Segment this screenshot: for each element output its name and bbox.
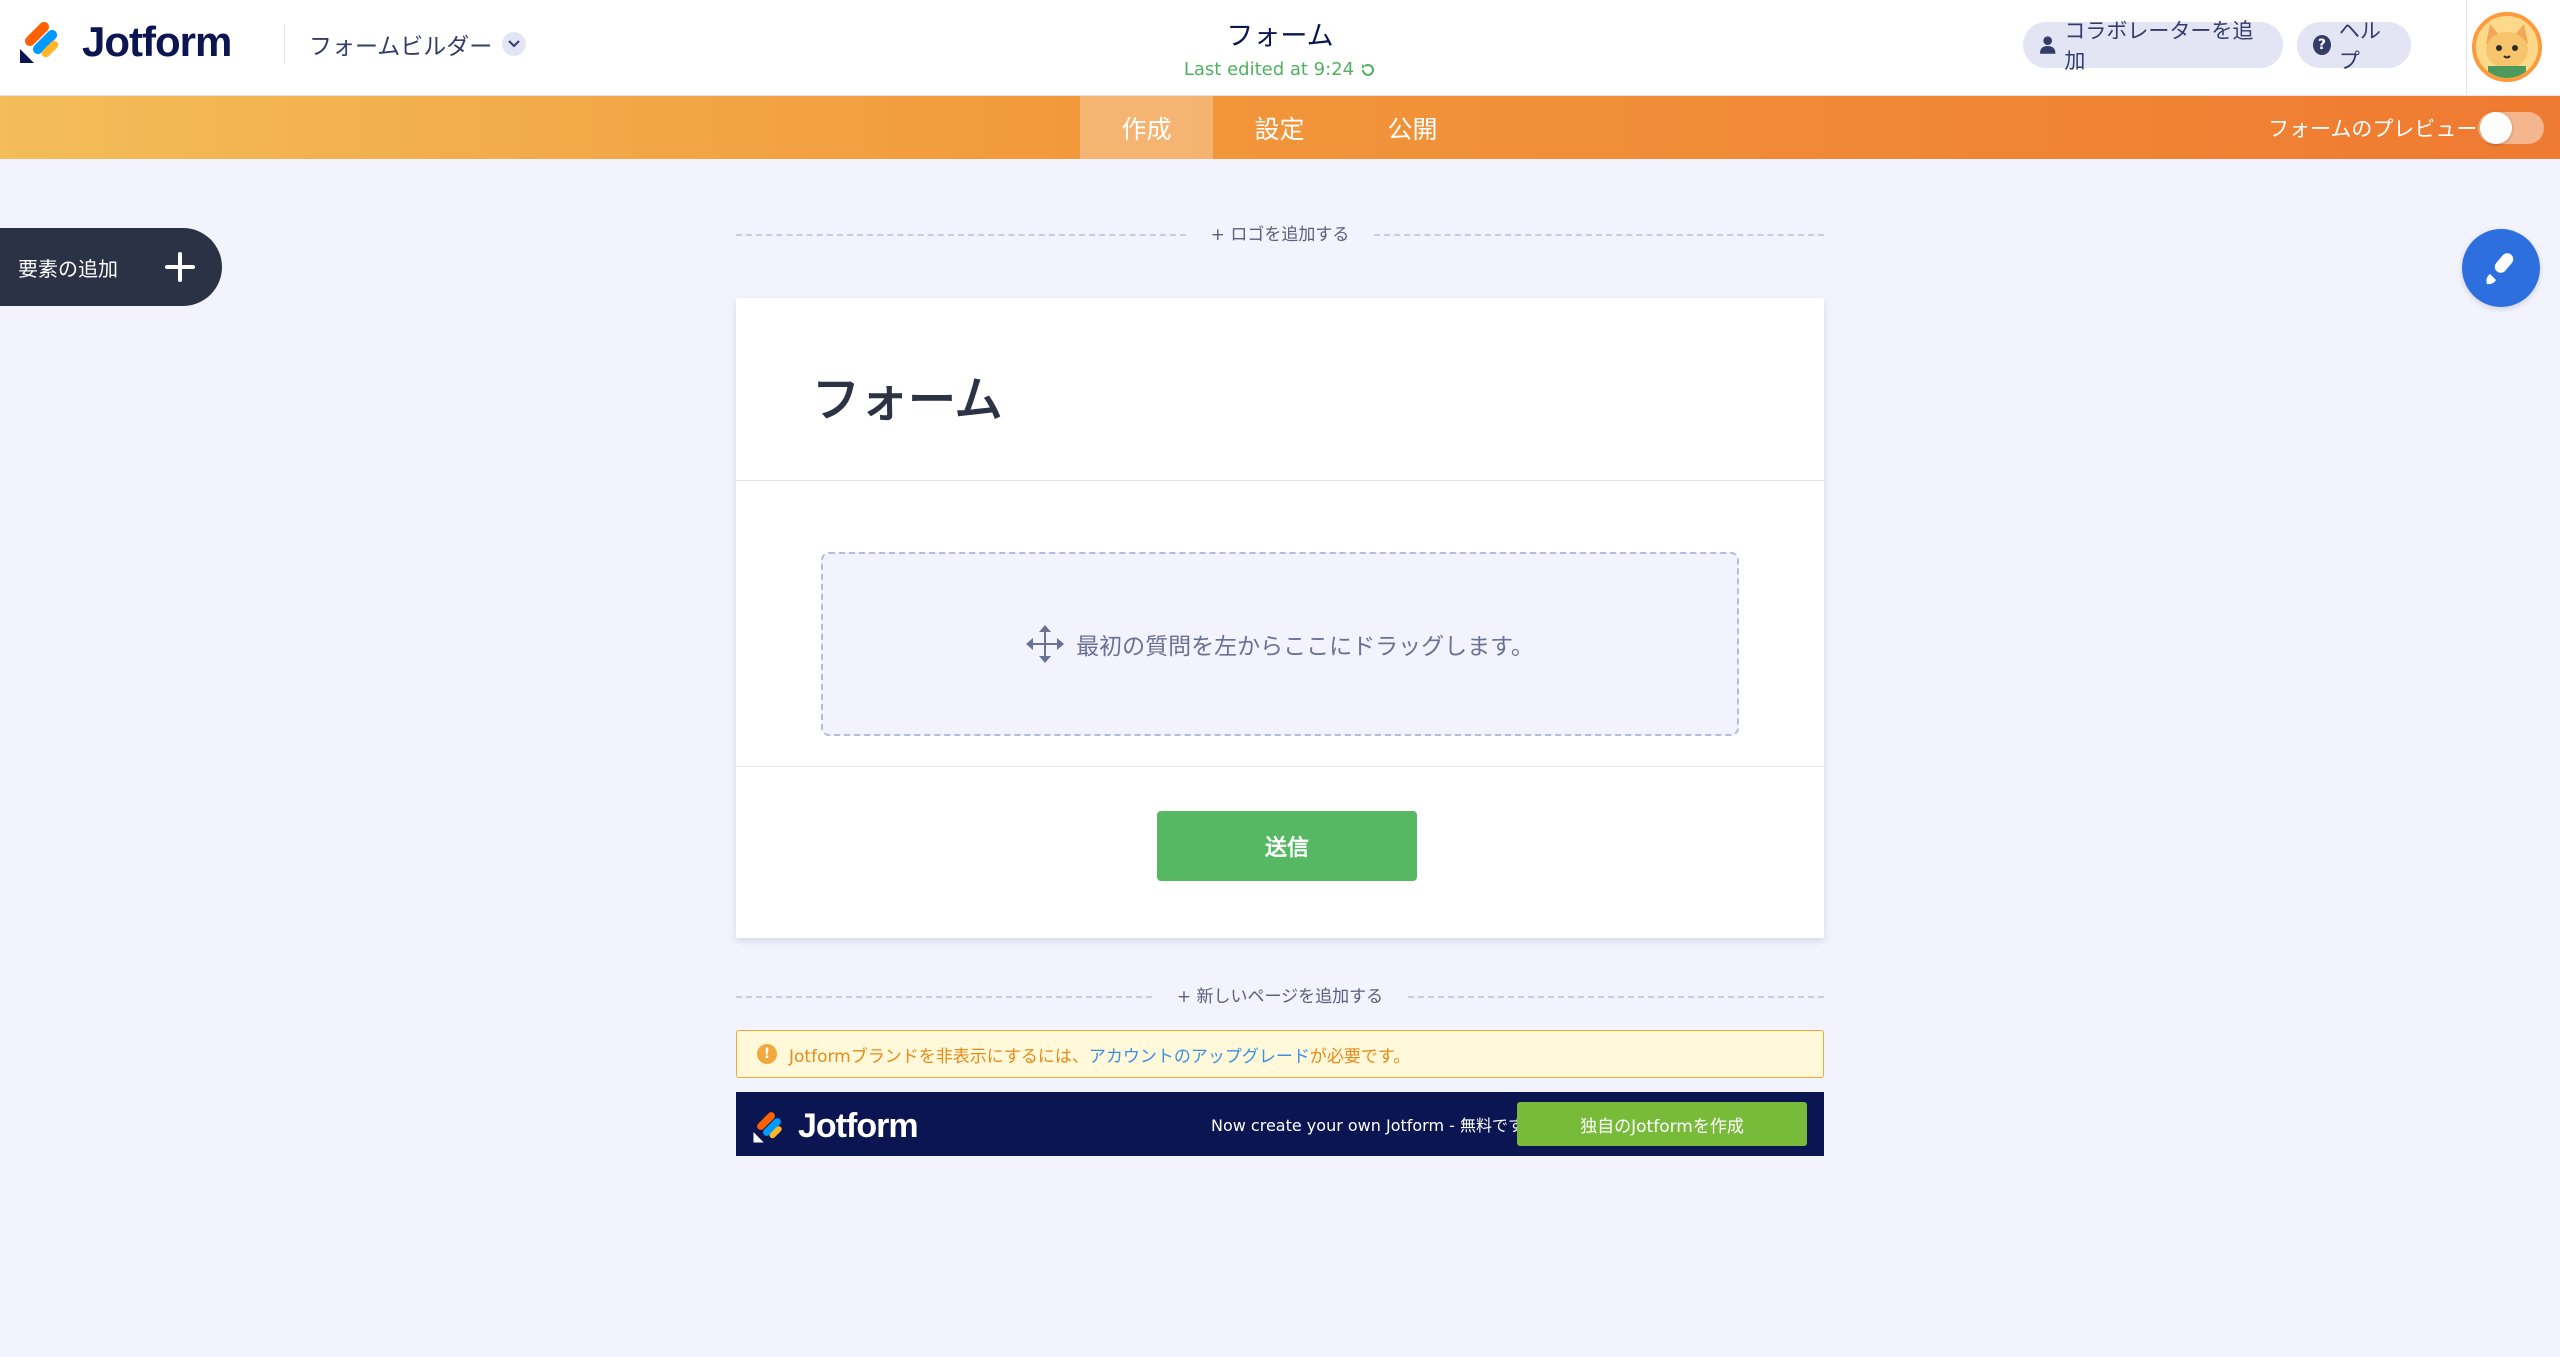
user-avatar[interactable] [2472, 12, 2542, 82]
jotform-footer-banner: Jotform Now create your own Jotform - 無料… [736, 1092, 1824, 1156]
add-element-label: 要素の追加 [18, 256, 118, 281]
submit-divider [736, 766, 1824, 767]
add-collaborator-button[interactable]: コラボレーターを追加 [2023, 19, 2283, 73]
help-button[interactable]: ? ヘルプ [2297, 19, 2411, 73]
question-dropzone[interactable]: 最初の質問を左からここにドラッグします。 [821, 552, 1739, 736]
tab-publish-label: 公開 [1387, 114, 1438, 144]
brand-logo-link[interactable]: Jotform [18, 18, 232, 66]
form-title-header[interactable]: フォーム [1080, 14, 1480, 53]
warning-text-suffix: が必要です。 [1309, 1046, 1411, 1067]
footer-brand-name: Jotform [798, 1107, 919, 1145]
top-header: Jotform フォームビルダー フォーム Last edited at 9:2… [0, 0, 2560, 96]
tab-settings[interactable]: 設定 [1213, 96, 1346, 159]
tab-build[interactable]: 作成 [1080, 96, 1213, 159]
form-title-area[interactable]: フォーム Last edited at 9:24 [1080, 14, 1480, 80]
paint-brush-icon [2486, 253, 2514, 285]
warning-text-prefix: Jotformブランドを非表示にするには、 [789, 1046, 1089, 1067]
history-icon [1362, 63, 1375, 76]
form-heading[interactable]: フォーム [812, 360, 1003, 430]
preview-toggle-knob [2480, 112, 2512, 144]
last-edited-text: Last edited at 9:24 [1183, 59, 1355, 80]
form-card: フォーム 最初の質問を左からここにドラッグします。 送信 [736, 298, 1824, 938]
add-page-link[interactable]: + 新しいページを追加する [736, 982, 1824, 1012]
add-logo-link[interactable]: + ロゴを追加する [736, 220, 1824, 250]
footer-cta-text: Now create your own Jotform - 無料です [1211, 1116, 1525, 1135]
form-designer-button[interactable] [2462, 229, 2540, 307]
tab-settings-label: 設定 [1254, 114, 1305, 144]
last-edited-status[interactable]: Last edited at 9:24 [1184, 59, 1376, 80]
add-logo-row[interactable]: + ロゴを追加する [736, 220, 1824, 250]
preview-label: フォームのプレビュー [2268, 116, 2478, 141]
builder-menu-label: フォームビルダー [309, 34, 493, 60]
preview-toggle[interactable] [2478, 112, 2544, 144]
add-collaborator-label: コラボレーターを追加 [2064, 19, 2254, 73]
brand-name: Jotform [82, 18, 232, 65]
create-jotform-button[interactable]: 独自のJotformを作成 [1517, 1102, 1807, 1146]
create-jotform-label: 独自のJotformを作成 [1580, 1116, 1744, 1137]
builder-tabbar: 作成 設定 公開 フォームのプレビュー [0, 96, 2560, 159]
dropzone-text: 最初の質問を左からここにドラッグします。 [1076, 634, 1534, 660]
help-label: ヘルプ [2338, 19, 2381, 73]
upgrade-account-link[interactable]: アカウントのアップグレード [1089, 1047, 1310, 1067]
chevron-down-icon [502, 32, 527, 56]
jotform-logo-icon [753, 1111, 782, 1143]
jotform-logo-icon [20, 21, 59, 63]
warning-message: Jotformブランドを非表示にするには、アカウントのアップグレードが必要です。 [789, 1042, 1410, 1067]
builder-menu-dropdown[interactable]: フォームビルダー [284, 24, 527, 64]
tab-publish[interactable]: 公開 [1346, 96, 1479, 159]
move-arrows-icon [1026, 625, 1065, 663]
submit-label: 送信 [1264, 836, 1309, 861]
submit-button[interactable]: 送信 [1157, 811, 1417, 881]
add-page-row[interactable]: + 新しいページを追加する [736, 982, 1824, 1012]
tab-build-label: 作成 [1121, 114, 1172, 144]
cat-avatar-icon [2476, 16, 2538, 78]
plus-icon [165, 252, 195, 282]
footer-brand-link[interactable]: Jotform [752, 1107, 919, 1146]
header-divider [736, 480, 1824, 481]
exclamation-circle-icon: ! [757, 1044, 777, 1064]
user-icon [2039, 36, 2056, 54]
add-element-button[interactable]: 要素の追加 [0, 228, 222, 306]
branding-warning: ! Jotformブランドを非表示にするには、アカウントのアップグレードが必要で… [736, 1030, 1824, 1078]
question-circle-icon: ? [2313, 35, 2331, 55]
